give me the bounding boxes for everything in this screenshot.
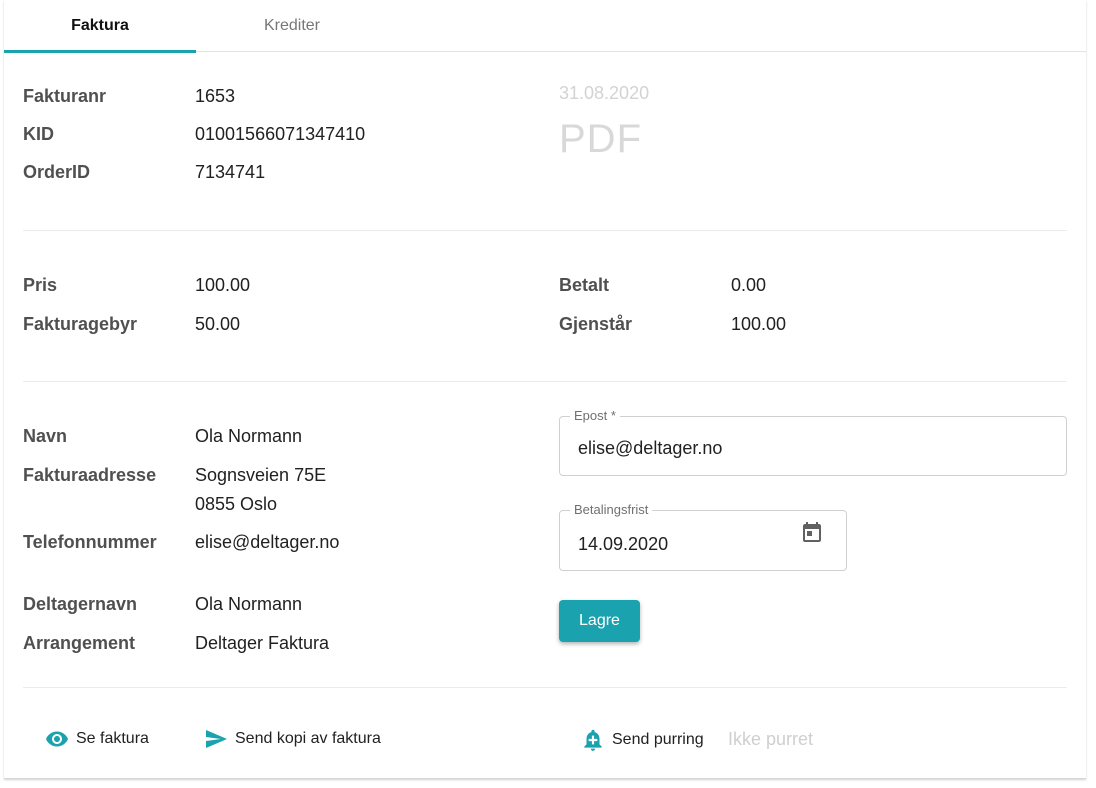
- epost-field[interactable]: Epost * elise@deltager.no: [559, 409, 1067, 476]
- gjenstar-value: 100.00: [731, 314, 787, 334]
- send-reminder-label: Send purring: [612, 731, 704, 748]
- invoice-date: 31.08.2020: [559, 83, 650, 103]
- navn-label: Navn: [23, 426, 68, 446]
- betalingsfrist-field[interactable]: Betalingsfrist 14.09.2020: [559, 503, 847, 571]
- telefonnummer-label: Telefonnummer: [23, 532, 157, 552]
- arrangement-value: Deltager Faktura: [195, 633, 330, 653]
- send-copy-label: Send kopi av faktura: [235, 730, 381, 747]
- fakturaadresse-line2: 0855 Oslo: [195, 494, 278, 514]
- tab-faktura[interactable]: Faktura: [4, 0, 196, 53]
- view-invoice-button[interactable]: Se faktura: [42, 727, 149, 751]
- epost-field-label: Epost *: [570, 409, 620, 423]
- save-button[interactable]: Lagre: [559, 600, 640, 642]
- navn-value: Ola Normann: [195, 426, 303, 446]
- betalt-value: 0.00: [731, 275, 767, 295]
- reminder-status: Ikke purret: [728, 729, 814, 749]
- send-icon: [206, 730, 227, 748]
- divider: [23, 687, 1067, 688]
- divider: [23, 381, 1067, 382]
- betalingsfrist-field-label: Betalingsfrist: [570, 503, 653, 517]
- pdf-link[interactable]: PDF: [559, 117, 642, 162]
- orderid-value: 7134741: [195, 162, 266, 182]
- kid-value: 01001566071347410: [195, 124, 366, 144]
- epost-input[interactable]: elise@deltager.no: [578, 438, 722, 459]
- send-copy-button[interactable]: Send kopi av faktura: [202, 727, 381, 751]
- telefonnummer-value: elise@deltager.no: [195, 532, 340, 552]
- deltagernavn-label: Deltagernavn: [23, 594, 138, 614]
- betalt-label: Betalt: [559, 275, 610, 295]
- orderid-label: OrderID: [23, 162, 91, 182]
- fakturanr-label: Fakturanr: [23, 86, 107, 106]
- send-reminder-button[interactable]: Send purring: [580, 727, 704, 753]
- fakturagebyr-value: 50.00: [195, 314, 241, 334]
- divider: [23, 230, 1067, 231]
- calendar-icon[interactable]: [800, 520, 824, 544]
- fakturanr-value: 1653: [195, 86, 236, 106]
- pris-label: Pris: [23, 275, 58, 295]
- fakturagebyr-label: Fakturagebyr: [23, 314, 138, 334]
- eye-icon: [46, 731, 68, 747]
- betalingsfrist-input[interactable]: 14.09.2020: [578, 534, 668, 555]
- pris-value: 100.00: [195, 275, 251, 295]
- deltagernavn-value: Ola Normann: [195, 594, 303, 614]
- view-invoice-label: Se faktura: [76, 730, 149, 747]
- tab-krediter[interactable]: Krediter: [196, 0, 388, 52]
- fakturaadresse-line1: Sognsveien 75E: [195, 465, 327, 485]
- gjenstar-label: Gjenstår: [559, 314, 633, 334]
- invoice-card: Faktura Krediter Fakturanr 1653 KID 0100…: [4, 0, 1086, 779]
- kid-label: KID: [23, 124, 54, 144]
- arrangement-label: Arrangement: [23, 633, 136, 653]
- bell-plus-icon: [584, 729, 602, 751]
- tab-bar: Faktura Krediter: [4, 0, 1086, 53]
- fakturaadresse-label: Fakturaadresse: [23, 465, 157, 485]
